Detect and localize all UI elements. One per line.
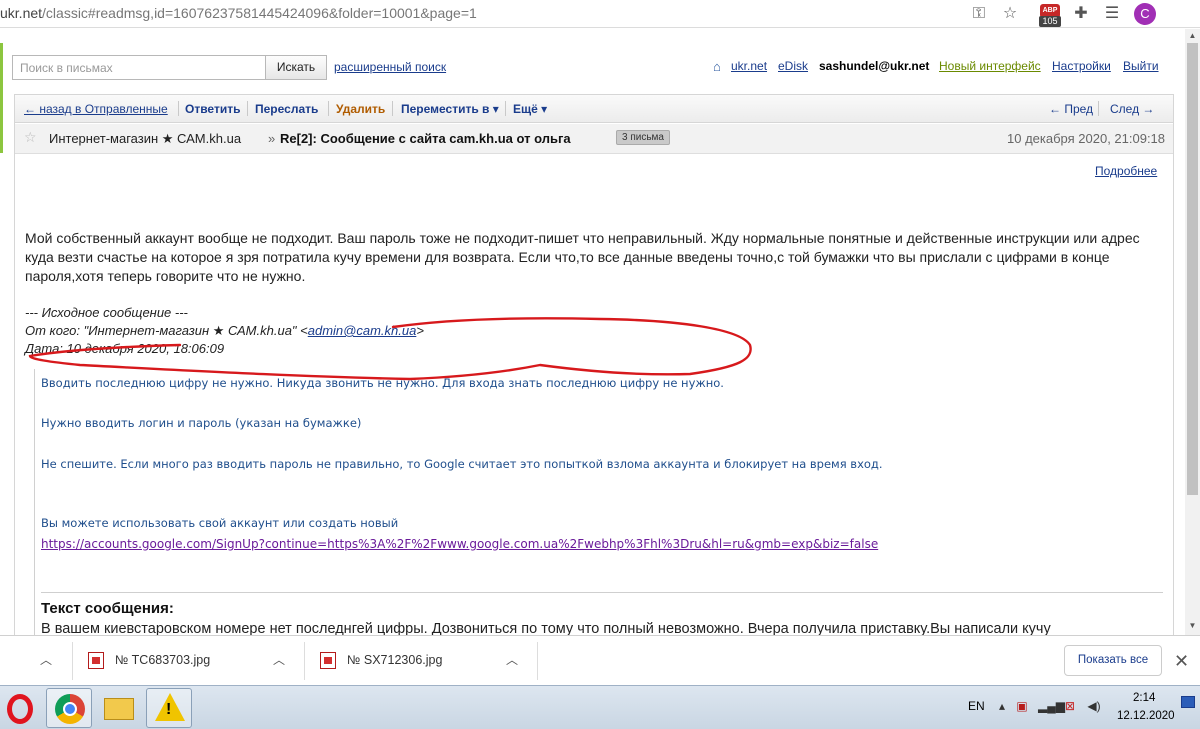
quote-header: --- Исходное сообщение ---: [25, 305, 188, 320]
subject-arrow: »: [268, 131, 276, 146]
opera-taskbar-icon[interactable]: [0, 688, 46, 728]
chevron-up-icon[interactable]: ︿: [40, 651, 52, 668]
move-to-dropdown[interactable]: Переместить в ▾: [401, 102, 499, 116]
pdf-file-icon[interactable]: [320, 652, 336, 669]
scroll-up-arrow-icon[interactable]: ▲: [1185, 29, 1200, 43]
subject-bar: ☆ Интернет-магазин ★ САМ.kh.ua » Re[2]: …: [15, 124, 1173, 154]
page-viewport: Поиск в письмах Искать расширенный поиск…: [0, 29, 1185, 635]
message-text-heading: Текст сообщения:: [41, 600, 174, 617]
divider: [41, 592, 1163, 593]
close-icon[interactable]: ✕: [1174, 651, 1189, 672]
show-desktop-icon[interactable]: [1181, 696, 1195, 708]
chevron-up-icon[interactable]: ︿: [273, 651, 285, 668]
reading-list-icon[interactable]: ☰: [1102, 4, 1122, 24]
message-text: В вашем киевстаровском номере нет послед…: [41, 621, 1051, 635]
quoted-line: Нужно вводить логин и пароль (указан на …: [41, 416, 362, 430]
key-icon[interactable]: ⚿: [969, 4, 989, 24]
volume-icon[interactable]: ◀): [1086, 698, 1102, 714]
message-toolbar: ← назад в Отправленные Ответить Переслат…: [15, 95, 1173, 123]
sender-name: Интернет-магазин ★ САМ.kh.ua: [49, 131, 242, 146]
profile-avatar[interactable]: C: [1134, 3, 1156, 25]
language-indicator[interactable]: EN: [968, 699, 985, 713]
message-panel: ← назад в Отправленные Ответить Переслат…: [14, 94, 1174, 635]
user-email: sashundel@ukr.net: [819, 59, 930, 73]
file-explorer-taskbar-icon[interactable]: [96, 688, 142, 728]
show-all-downloads-button[interactable]: Показать все: [1064, 645, 1162, 676]
url-text[interactable]: ukr.net/classic#readmsg,id=1607623758144…: [0, 5, 477, 21]
quote-date: Дата: 10 декабря 2020, 18:06:09: [25, 341, 225, 356]
chevron-up-icon[interactable]: ︿: [506, 651, 518, 668]
quoted-message: Вводить последнюю цифру не нужно. Никуда…: [34, 369, 1163, 635]
clock-date[interactable]: 12.12.2020: [1117, 710, 1175, 722]
sender-email-link[interactable]: admin@cam.kh.ua: [308, 323, 417, 338]
thread-count-badge[interactable]: 3 письма: [616, 130, 670, 145]
delete-button[interactable]: Удалить: [336, 102, 385, 116]
windows-taskbar: ! EN ▴ ▣ ▂▄▆ ⊠ ◀) 2:14 12.12.2020: [0, 685, 1200, 729]
reply-button[interactable]: Ответить: [185, 102, 240, 116]
previous-message-link[interactable]: ← Пред: [1049, 102, 1093, 116]
scroll-down-arrow-icon[interactable]: ▼: [1185, 619, 1200, 633]
back-to-sent-link[interactable]: ← назад в Отправленные: [24, 102, 168, 116]
pdf-file-icon[interactable]: [88, 652, 104, 669]
scroll-thumb[interactable]: [1187, 43, 1198, 495]
quoted-line: Вы можете использовать свой аккаунт или …: [41, 516, 399, 530]
clock-time[interactable]: 2:14: [1133, 692, 1155, 704]
network-signal-icon[interactable]: ▂▄▆: [1038, 698, 1065, 714]
forward-button[interactable]: Переслать: [255, 102, 318, 116]
edisk-link[interactable]: eDisk: [778, 59, 808, 73]
download-item[interactable]: № SX712306.jpg: [347, 653, 442, 667]
extensions-puzzle-icon[interactable]: ✚: [1071, 4, 1091, 24]
logout-link[interactable]: Выйти: [1123, 59, 1159, 73]
google-signup-link[interactable]: https://accounts.google.com/SignUp?conti…: [41, 537, 878, 551]
ukr-net-link[interactable]: ukr.net: [731, 59, 767, 73]
message-body: Мой собственный аккаунт вообще не подход…: [25, 230, 1140, 284]
quoted-line: Вводить последнюю цифру не нужно. Никуда…: [41, 376, 724, 390]
top-links: ⌂ ukr.net eDisk sashundel@ukr.net Новый …: [0, 59, 1185, 75]
security-tray-icon[interactable]: ▣: [1014, 698, 1030, 714]
home-icon[interactable]: ⌂: [713, 59, 721, 74]
network-error-icon[interactable]: ⊠: [1062, 698, 1078, 714]
new-interface-link[interactable]: Новый интерфейс: [939, 59, 1041, 73]
message-subject: Re[2]: Сообщение с сайта cam.kh.ua от ол…: [280, 131, 571, 146]
quote-header-block: --- Исходное сообщение --- От кого: "Инт…: [25, 304, 424, 358]
browser-address-bar[interactable]: ukr.net/classic#readmsg,id=1607623758144…: [0, 0, 1200, 28]
quoted-line: Не спешите. Если много раз вводить парол…: [41, 457, 883, 471]
settings-link[interactable]: Настройки: [1052, 59, 1111, 73]
adblock-count: 105: [1039, 16, 1061, 27]
more-dropdown[interactable]: Ещё ▾: [513, 102, 547, 116]
tray-expand-icon[interactable]: ▴: [994, 698, 1010, 714]
warning-taskbar-icon[interactable]: !: [146, 688, 192, 728]
bookmark-star-icon[interactable]: ☆: [1000, 4, 1020, 24]
download-item[interactable]: № TC683703.jpg: [115, 653, 210, 667]
downloads-bar: ︿ № TC683703.jpg ︿ № SX712306.jpg ︿ Пока…: [0, 635, 1200, 685]
star-icon[interactable]: ☆: [24, 129, 37, 146]
adblock-extension-icon[interactable]: ABP 105: [1039, 4, 1061, 27]
next-message-link[interactable]: След →: [1110, 102, 1154, 116]
details-link[interactable]: Подробнее: [1095, 164, 1157, 178]
quote-from: От кого: "Интернет-магазин ★ САМ.kh.ua" …: [25, 323, 424, 338]
page-scrollbar[interactable]: ▲ ▼: [1185, 29, 1200, 635]
message-date: 10 декабря 2020, 21:09:18: [1007, 131, 1166, 146]
chrome-taskbar-icon[interactable]: [46, 688, 92, 728]
